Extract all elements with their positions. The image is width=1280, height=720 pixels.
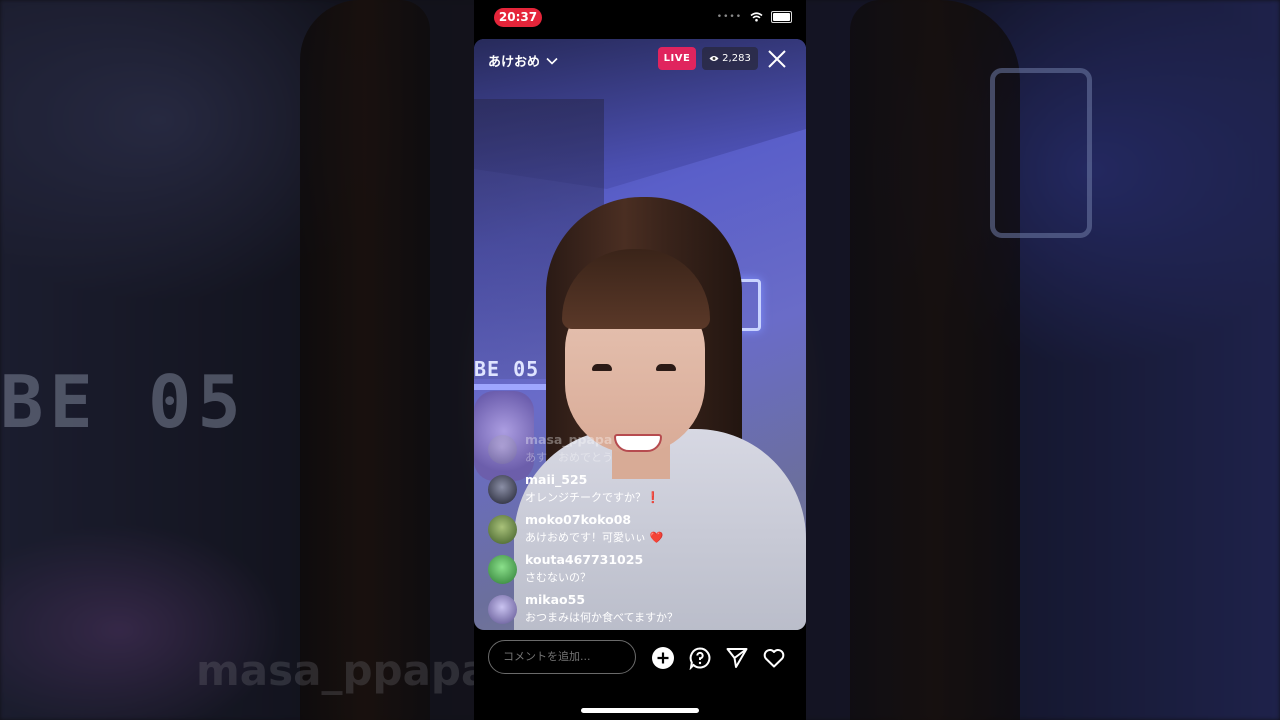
comment-text: オレンジチークですか？ xyxy=(525,491,646,504)
streamer-right-eye xyxy=(656,364,676,371)
avatar[interactable] xyxy=(488,595,517,624)
avatar[interactable] xyxy=(488,435,517,464)
heart-icon: ❤️ xyxy=(649,531,664,544)
chevron-down-icon xyxy=(546,57,558,65)
add-icon[interactable] xyxy=(651,646,675,670)
comment-text: さむないの？ xyxy=(525,571,591,584)
viewer-count-badge[interactable]: 2,283 xyxy=(702,47,758,70)
phone-screen: 20:37 •••• BE 05 あけおめ LIVE 2,283 masa_pp… xyxy=(474,0,806,720)
desk-shelf xyxy=(474,384,554,390)
comment-input[interactable] xyxy=(488,640,636,674)
broadcaster-name: あけおめ xyxy=(488,55,541,70)
comment-text-row: あけおめです！可愛いぃ ❤️ xyxy=(525,529,663,545)
home-indicator[interactable] xyxy=(581,708,699,713)
desk-clock: BE 05 xyxy=(474,357,540,381)
comment-username[interactable]: mikao55 xyxy=(525,592,585,607)
comment-item: kouta467731025 さむないの？ xyxy=(488,552,788,592)
comment-item: maii_525 オレンジチークですか？❗ xyxy=(488,472,788,512)
comment-username[interactable]: kouta467731025 xyxy=(525,552,643,567)
comment-username[interactable]: maii_525 xyxy=(525,472,587,487)
comment-item: moko07koko08 あけおめです！可愛いぃ ❤️ xyxy=(488,512,788,552)
comment-username[interactable]: masa_ppapa xyxy=(525,432,612,447)
avatar[interactable] xyxy=(488,475,517,504)
question-icon[interactable] xyxy=(688,646,712,670)
avatar[interactable] xyxy=(488,515,517,544)
comment-feed[interactable]: masa_ppapa あす おめでとう maii_525 オレンジチークですか？… xyxy=(488,432,788,630)
status-icons: •••• xyxy=(717,11,792,23)
viewer-count: 2,283 xyxy=(722,53,751,64)
comment-text: おつまみは何か食べてますか？ xyxy=(525,611,679,624)
broadcaster-selector[interactable]: あけおめ xyxy=(488,51,558,70)
close-icon[interactable] xyxy=(766,48,788,70)
exclamation-icon: ❗ xyxy=(646,491,660,504)
comment-text-row: オレンジチークですか？❗ xyxy=(525,489,660,505)
status-time: 20:37 xyxy=(494,8,542,27)
comment-text: あけおめです！可愛いぃ xyxy=(525,531,646,544)
heart-like-icon[interactable] xyxy=(762,646,786,670)
comment-item: masa_ppapa あす おめでとう xyxy=(488,432,788,472)
wifi-icon xyxy=(750,12,763,22)
streamer-left-eye xyxy=(592,364,612,371)
avatar[interactable] xyxy=(488,555,517,584)
live-badge: LIVE xyxy=(658,47,696,70)
send-icon[interactable] xyxy=(725,646,749,670)
eye-icon xyxy=(709,56,719,61)
signal-icon: •••• xyxy=(716,12,742,22)
live-video-feed[interactable]: BE 05 あけおめ LIVE 2,283 masa_ppapa あす おめでと… xyxy=(474,39,806,630)
comment-username[interactable]: moko07koko08 xyxy=(525,512,631,527)
comment-text: あす おめでとう xyxy=(525,451,613,464)
battery-icon xyxy=(771,11,792,23)
comment-item: mikao55 おつまみは何か食べてますか？ xyxy=(488,592,788,630)
